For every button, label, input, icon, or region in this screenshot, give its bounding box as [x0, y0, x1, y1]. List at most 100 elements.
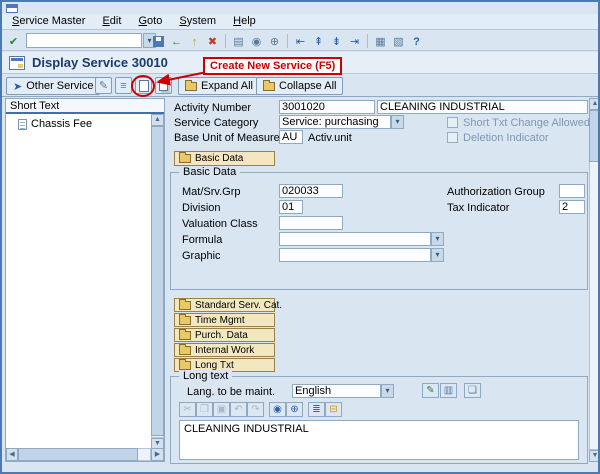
activity-number-field[interactable]: 3001020	[279, 100, 375, 114]
long-text-editor[interactable]: CLEANING INDUSTRIAL	[179, 420, 579, 460]
help-icon[interactable]: ?	[408, 33, 425, 50]
menu-system[interactable]: System	[172, 14, 223, 29]
find-text-icon[interactable]: ◉	[269, 402, 286, 417]
exit-icon[interactable]: ↑	[186, 33, 203, 50]
collapse-all-button[interactable]: Collapse All	[256, 77, 343, 95]
folder-icon	[179, 331, 191, 340]
long-text-group-title: Long text	[179, 370, 232, 383]
page-down-icon[interactable]: ⇟	[328, 33, 345, 50]
delete-line-icon[interactable]: ⊟	[325, 402, 342, 417]
tax-indicator-field[interactable]: 2	[559, 200, 585, 214]
short-txt-change-label: Short Txt Change Allowed	[463, 117, 590, 130]
formula-field[interactable]	[279, 232, 431, 246]
activity-text-field[interactable]: CLEANING INDUSTRIAL	[377, 100, 588, 114]
basic-data-button[interactable]: Basic Data	[174, 151, 275, 166]
lang-to-be-maint-label: Lang. to be maint.	[187, 386, 275, 399]
scrollbar-thumb[interactable]	[18, 448, 138, 461]
division-field[interactable]: 01	[279, 200, 303, 214]
authorization-group-field[interactable]	[559, 184, 585, 198]
other-service-button[interactable]: ➤ Other Service	[6, 77, 100, 95]
save-icon[interactable]	[150, 33, 167, 50]
enter-icon[interactable]: ✔	[5, 33, 22, 50]
window-icon	[6, 4, 18, 13]
standard-serv-cat-button[interactable]: Standard Serv. Cat.	[174, 298, 275, 312]
base-unit-label: Base Unit of Measure	[174, 132, 280, 145]
scroll-up-arrow[interactable]: ▲	[151, 114, 164, 126]
text-format-icon[interactable]: ▥	[440, 383, 457, 398]
scrollbar-thumb[interactable]	[589, 110, 600, 162]
undo-icon: ↶	[230, 402, 247, 417]
expand-all-button[interactable]: Expand All	[178, 77, 260, 95]
redo-icon: ↷	[247, 402, 264, 417]
mat-srv-grp-field[interactable]: 020033	[279, 184, 343, 198]
menu-help[interactable]: Help	[226, 14, 263, 29]
standard-toolbar: ✔ ▾ ← ↑ ✖ ▤ ◉ ⊕ ⇤ ⇞ ⇟ ⇥ ▦ ▧ ?	[2, 31, 598, 51]
formula-dropdown-icon[interactable]: ▾	[431, 232, 444, 246]
create-shortcut-icon[interactable]: ▧	[390, 33, 407, 50]
print-icon[interactable]: ▤	[230, 33, 247, 50]
base-unit-text: Activ.unit	[308, 132, 352, 145]
deletion-indicator-checkbox	[447, 132, 458, 143]
activity-number-label: Activity Number	[174, 102, 251, 115]
scroll-left-arrow[interactable]: ◀	[6, 448, 18, 461]
tax-indicator-label: Tax Indicator	[447, 202, 509, 215]
last-page-icon[interactable]: ⇥	[346, 33, 363, 50]
language-field[interactable]: English	[292, 384, 381, 398]
deletion-indicator-label: Deletion Indicator	[463, 132, 549, 145]
internal-work-button[interactable]: Internal Work	[174, 343, 275, 357]
valuation-class-label: Valuation Class	[182, 218, 258, 231]
other-service-icon: ➤	[13, 80, 22, 93]
graphic-label: Graphic	[182, 250, 221, 263]
division-label: Division	[182, 202, 221, 215]
time-mgmt-button[interactable]: Time Mgmt	[174, 313, 275, 327]
folder-icon	[179, 361, 191, 370]
language-dropdown-icon[interactable]: ▾	[381, 384, 394, 398]
copy-service-icon[interactable]	[155, 77, 172, 94]
page-up-icon[interactable]: ⇞	[310, 33, 327, 50]
service-icon	[9, 56, 25, 70]
first-page-icon[interactable]: ⇤	[292, 33, 309, 50]
purch-data-button[interactable]: Purch. Data	[174, 328, 275, 342]
folder-icon	[179, 346, 191, 355]
page-title: Display Service 30010	[32, 55, 168, 70]
service-category-field[interactable]: Service: purchasing	[279, 115, 391, 129]
basic-data-group-title: Basic Data	[179, 166, 240, 179]
create-service-icon[interactable]	[135, 77, 152, 94]
graphic-dropdown-icon[interactable]: ▾	[431, 248, 444, 262]
insert-line-icon[interactable]: ≣	[308, 402, 325, 417]
base-unit-field[interactable]: AU	[279, 130, 303, 144]
folder-icon	[263, 82, 275, 91]
find-next-icon[interactable]: ⊕	[266, 33, 283, 50]
menu-service-master[interactable]: Service Master	[5, 14, 92, 29]
display-change-icon[interactable]: ✎	[95, 77, 112, 94]
folder-icon	[179, 154, 191, 163]
application-toolbar: ➤ Other Service ✎ ≡ Expand All Collapse …	[2, 75, 598, 97]
menu-goto[interactable]: Goto	[131, 14, 169, 29]
short-text-panel: Short Text Chassis Fee ▲ ▼ ◀ ▶	[5, 98, 165, 462]
back-icon[interactable]: ←	[168, 33, 185, 50]
folder-icon	[179, 301, 191, 310]
menu-edit[interactable]: Edit	[95, 14, 128, 29]
service-category-dropdown-icon[interactable]: ▾	[391, 115, 404, 129]
find-icon[interactable]: ◉	[248, 33, 265, 50]
folder-icon	[179, 316, 191, 325]
edit-text-icon[interactable]: ✎	[422, 383, 439, 398]
find-next-text-icon[interactable]: ⊕	[286, 402, 303, 417]
service-list-icon[interactable]: ≡	[115, 77, 132, 94]
short-text-header: Short Text	[6, 99, 164, 114]
continuous-text-icon[interactable]: ❏	[464, 383, 481, 398]
scroll-down-arrow[interactable]: ▼	[589, 450, 600, 462]
new-session-icon[interactable]: ▦	[372, 33, 389, 50]
annotation-callout: Create New Service (F5)	[203, 57, 342, 75]
scroll-right-arrow[interactable]: ▶	[151, 448, 164, 461]
mat-srv-grp-label: Mat/Srv.Grp	[182, 186, 240, 199]
scroll-up-arrow[interactable]: ▲	[589, 98, 600, 110]
tree-item-chassis-fee[interactable]: Chassis Fee	[18, 118, 92, 130]
scrollbar-thumb[interactable]	[151, 126, 164, 436]
window-titlebar	[2, 2, 598, 14]
valuation-class-field[interactable]	[279, 216, 343, 230]
cancel-icon[interactable]: ✖	[204, 33, 221, 50]
graphic-field[interactable]	[279, 248, 431, 262]
separator	[225, 34, 226, 48]
command-field[interactable]	[26, 33, 142, 48]
